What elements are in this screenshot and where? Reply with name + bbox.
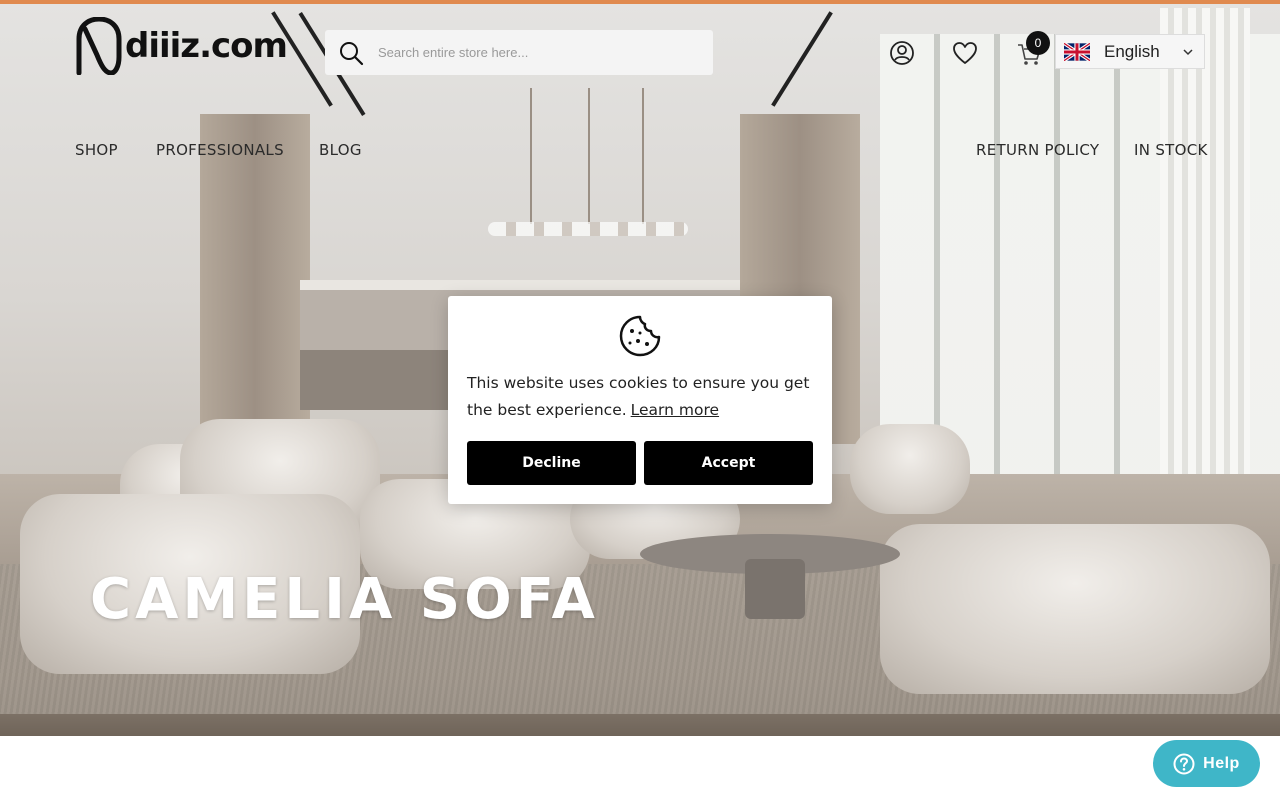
help-label: Help [1203,754,1240,772]
sofa-module [850,424,970,514]
cookie-message: This website uses cookies to ensure you … [467,370,817,424]
site-logo[interactable]: diiiz.com [75,16,290,76]
nav-blog[interactable]: BLOG [319,141,362,159]
hero-title: CAMELIA SOFA [90,567,599,632]
nav-shop[interactable]: SHOP [75,141,118,159]
cart-count-badge: 0 [1026,31,1050,55]
language-selector[interactable]: English [1055,34,1205,69]
nav-return-policy[interactable]: RETURN POLICY [976,141,1099,159]
account-icon[interactable] [889,40,915,66]
pendant-rod [642,88,644,224]
search-icon[interactable] [338,40,364,66]
help-button[interactable]: Help [1153,740,1260,787]
coffee-table-base [745,559,805,619]
search-bar[interactable] [325,30,713,75]
nav-in-stock[interactable]: IN STOCK [1134,141,1208,159]
decline-button[interactable]: Decline [467,441,636,485]
logo-text: diiiz.com [125,26,288,66]
pendant-rod [588,88,590,224]
logo-mark-icon [76,17,122,75]
nav-professionals[interactable]: PROFESSIONALS [156,141,284,159]
cookie-consent-dialog: This website uses cookies to ensure you … [448,296,832,504]
chevron-down-icon [1183,49,1193,56]
search-input[interactable] [378,45,698,60]
cookie-icon [619,315,661,357]
ceiling-track-light [771,11,833,107]
wood-wall-panel [200,114,310,444]
pendant-light [488,222,688,236]
pendant-rod [530,88,532,224]
sofa-module [880,524,1270,694]
help-question-icon [1173,753,1195,774]
uk-flag-icon [1064,42,1090,61]
learn-more-link[interactable]: Learn more [631,401,719,419]
accept-button[interactable]: Accept [644,441,813,485]
language-label: English [1104,41,1160,61]
wishlist-heart-icon[interactable] [952,40,978,66]
